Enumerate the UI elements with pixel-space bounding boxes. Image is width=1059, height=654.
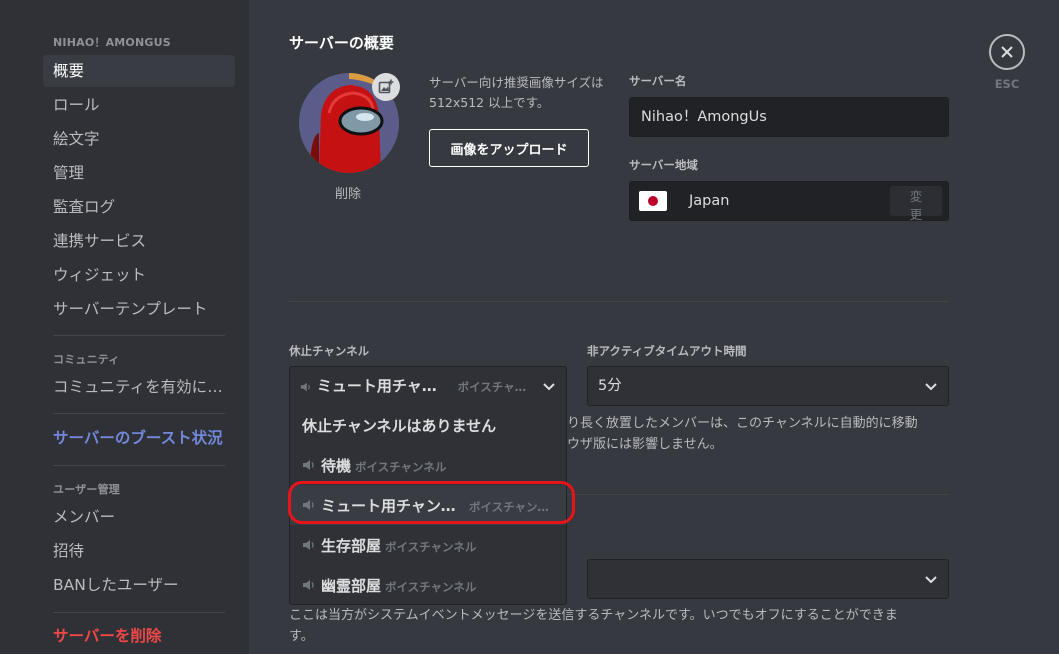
afk-selected-channel-type: ボイスチャンネル xyxy=(457,380,535,394)
sidebar-item-moderation[interactable]: 管理 xyxy=(43,157,235,189)
sidebar-community-header: コミュニティ xyxy=(53,353,120,366)
channel-name: 待機 xyxy=(321,456,352,475)
close-icon xyxy=(1001,46,1013,58)
settings-content: サーバーの概要 削除 サーバー向け推奨画像サイズは512x512 以上です。 画… xyxy=(249,0,1059,654)
sidebar-user-management-header: ユーザー管理 xyxy=(53,483,120,496)
esc-label: ESC xyxy=(994,77,1020,91)
dropdown-option[interactable]: 待機 ボイスチャンネル xyxy=(290,445,566,485)
sidebar-divider xyxy=(53,612,225,613)
timeout-value: 5分 xyxy=(598,378,622,394)
settings-sidebar: NIHAO！AMONGUS 概要 ロール 絵文字 管理 監査ログ 連携サービス … xyxy=(0,0,249,654)
server-name-input[interactable]: Nihao！AmongUs xyxy=(629,97,949,137)
channel-type: ボイスチャンネル xyxy=(385,539,477,554)
sidebar-divider xyxy=(53,413,225,414)
change-region-button[interactable]: 変更 xyxy=(890,186,942,222)
sidebar-divider xyxy=(53,335,225,336)
sidebar-divider xyxy=(53,465,225,466)
server-name-label: サーバー名 xyxy=(629,74,687,88)
sidebar-item-widget[interactable]: ウィジェット xyxy=(43,259,235,291)
upload-hint: サーバー向け推奨画像サイズは512x512 以上です。 xyxy=(429,75,604,110)
server-icon-uploader[interactable] xyxy=(299,73,400,173)
system-channel-select[interactable] xyxy=(587,559,949,599)
system-channel-description-line1: ここは当方がシステムイベントメッセージを送信するチャンネルです。いつでもオフにす… xyxy=(289,608,898,623)
sidebar-item-delete-server[interactable]: サーバーを削除 xyxy=(43,620,235,652)
chevron-down-icon xyxy=(925,576,937,584)
dropdown-option[interactable]: 生存部屋 ボイスチャンネル xyxy=(290,525,566,565)
afk-description-line1: り長く放置したメンバーは、このチャンネルに自動的に移動 xyxy=(567,416,918,431)
sidebar-item-overview[interactable]: 概要 xyxy=(43,55,235,87)
selection-highlight-annotation xyxy=(288,481,575,524)
server-region-select: Japan 変更 xyxy=(629,181,949,222)
afk-channel-select[interactable]: ミュート用チャンネル ボイスチャンネル xyxy=(289,366,567,406)
channel-name: 幽霊部屋 xyxy=(321,576,382,595)
dropdown-option-none-label: 休止チャンネルはありません xyxy=(302,416,497,435)
remove-icon-link[interactable]: 削除 xyxy=(335,183,361,202)
sidebar-item-members[interactable]: メンバー xyxy=(43,501,235,533)
speaker-icon xyxy=(303,580,314,590)
page-title: サーバーの概要 xyxy=(289,34,394,52)
sidebar-item-audit-log[interactable]: 監査ログ xyxy=(43,191,235,223)
sidebar-item-emoji[interactable]: 絵文字 xyxy=(43,123,235,155)
inactive-timeout-label: 非アクティブタイムアウト時間 xyxy=(587,344,747,358)
speaker-icon xyxy=(303,540,314,550)
server-region-label: サーバー地域 xyxy=(629,158,698,172)
chevron-down-icon xyxy=(925,383,937,391)
afk-channel-label: 休止チャンネル xyxy=(289,344,370,358)
sidebar-server-header: NIHAO！AMONGUS xyxy=(53,36,171,49)
speaker-icon xyxy=(300,382,310,391)
chevron-down-icon xyxy=(543,383,555,391)
sidebar-item-invites[interactable]: 招待 xyxy=(43,535,235,567)
sidebar-item-integrations[interactable]: 連携サービス xyxy=(43,225,235,257)
afk-description-line2: ウザ版には影響しません。 xyxy=(567,437,723,452)
section-divider xyxy=(567,494,949,495)
japan-flag-icon xyxy=(639,191,667,211)
section-divider xyxy=(289,301,949,302)
upload-image-button[interactable]: 画像をアップロード xyxy=(429,129,589,167)
region-name: Japan xyxy=(689,193,730,209)
inactive-timeout-select[interactable]: 5分 xyxy=(587,366,949,406)
afk-selected-channel-name: ミュート用チャンネル xyxy=(316,377,444,395)
add-image-icon[interactable] xyxy=(372,73,400,101)
channel-name: 生存部屋 xyxy=(321,536,382,555)
sidebar-item-bans[interactable]: BANしたユーザー xyxy=(43,569,235,601)
sidebar-item-server-template[interactable]: サーバーテンプレート xyxy=(43,293,235,325)
afk-selected-channel: ミュート用チャンネル ボイスチャンネル xyxy=(300,367,535,406)
dropdown-option-none[interactable]: 休止チャンネルはありません xyxy=(290,405,566,445)
sidebar-item-roles[interactable]: ロール xyxy=(43,89,235,121)
speaker-icon xyxy=(303,460,314,470)
sidebar-item-server-boost[interactable]: サーバーのブースト状況 xyxy=(43,422,235,454)
channel-type: ボイスチャンネル xyxy=(385,579,477,594)
dropdown-option[interactable]: 幽霊部屋 ボイスチャンネル xyxy=(290,565,566,605)
channel-type: ボイスチャンネル xyxy=(355,459,447,474)
close-button[interactable] xyxy=(989,34,1025,70)
sidebar-item-enable-community[interactable]: コミュニティを有効にする xyxy=(43,371,235,403)
system-channel-description-line2: す。 xyxy=(289,629,314,644)
